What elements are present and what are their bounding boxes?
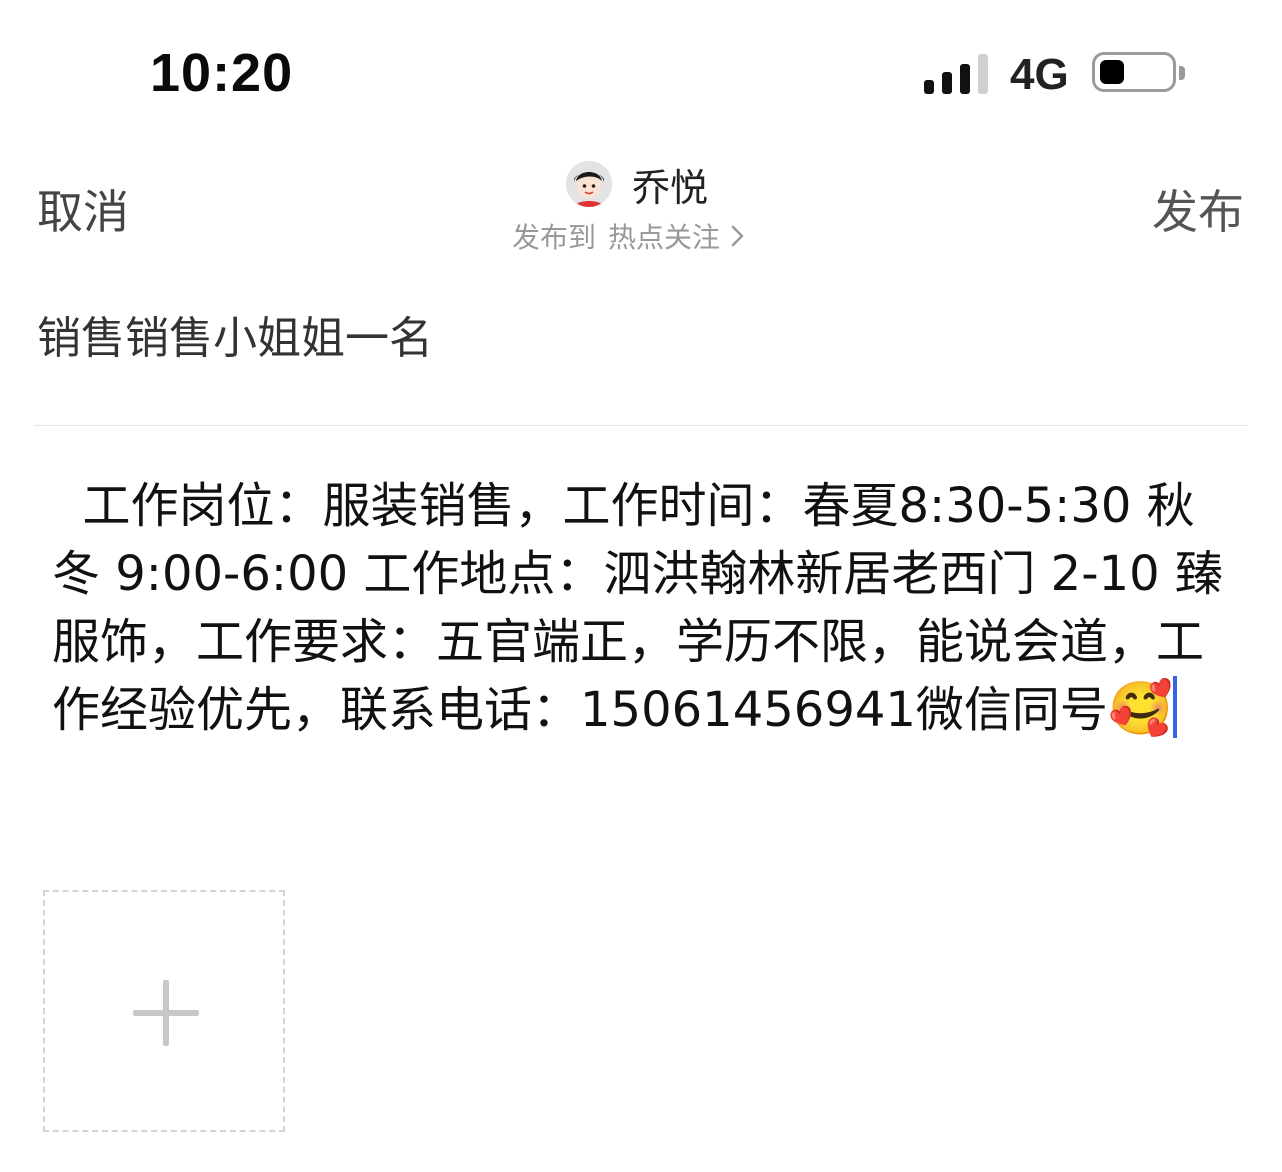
battery-level <box>1100 60 1124 84</box>
publish-button[interactable]: 发布 <box>1152 176 1244 242</box>
divider <box>34 425 1247 426</box>
publish-target-selector[interactable]: 发布到 热点关注 <box>512 216 748 256</box>
status-time: 10:20 <box>150 43 294 103</box>
post-body-input[interactable]: 工作岗位：服装销售，工作时间：春夏8:30-5:30 秋冬 9:00-6:00 … <box>52 472 1242 744</box>
plus-icon-vertical <box>163 980 169 1046</box>
battery-tip <box>1179 66 1185 80</box>
cellular-signal-icon <box>924 54 990 94</box>
signal-bar <box>924 80 934 94</box>
post-title-input[interactable]: 销售销售小姐姐一名 <box>37 302 433 366</box>
battery-icon <box>1092 52 1176 92</box>
signal-bar <box>942 72 952 94</box>
publish-header: 乔悦 发布到 热点关注 <box>500 156 782 256</box>
cancel-button[interactable]: 取消 <box>37 176 129 242</box>
signal-bar <box>960 64 970 94</box>
publish-topic: 热点关注 <box>608 221 721 254</box>
smiling-face-with-hearts-emoji: 🥰 <box>1107 679 1173 739</box>
chevron-right-icon <box>731 225 744 247</box>
signal-bar <box>978 54 988 94</box>
user-info: 乔悦 <box>566 158 708 210</box>
network-type: 4G <box>1010 50 1069 99</box>
publish-to-label: 发布到 <box>512 221 597 254</box>
text-cursor <box>1172 676 1177 738</box>
post-body-text: 工作岗位：服装销售，工作时间：春夏8:30-5:30 秋冬 9:00-6:00 … <box>52 478 1223 738</box>
username: 乔悦 <box>632 165 709 210</box>
add-image-button[interactable] <box>43 890 285 1132</box>
avatar <box>566 161 612 207</box>
status-bar: 10:20 4G <box>0 0 1282 150</box>
